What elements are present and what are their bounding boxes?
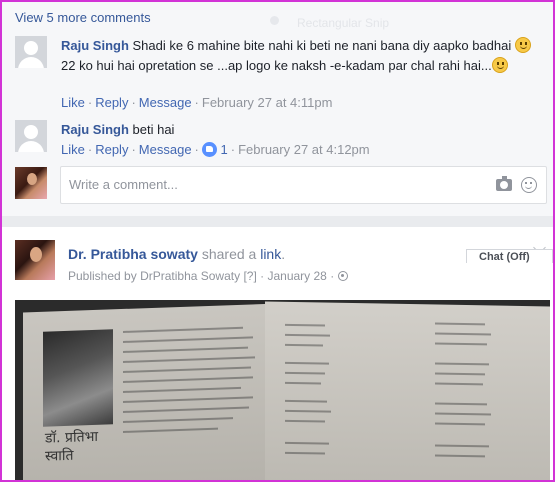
post-header: Dr. Pratibha sowaty shared a link.	[68, 246, 286, 262]
post-date[interactable]: January 28	[267, 269, 326, 283]
comment-actions: Like · Reply · Message · February 27 at 4:11pm	[61, 95, 333, 110]
comments-section: Rectangular Snip View 5 more comments Ra…	[2, 2, 553, 216]
book-portrait-image	[43, 329, 113, 427]
globe-icon[interactable]	[337, 271, 348, 281]
snip-watermark: Rectangular Snip	[297, 16, 390, 30]
user-avatar[interactable]	[15, 120, 47, 152]
publisher-link[interactable]: DrPratibha Sowaty	[140, 269, 240, 283]
smiley-emoji-icon	[491, 57, 508, 73]
info-marker[interactable]: [?]	[243, 269, 256, 283]
book-left-page: डॉ. प्रतिभा स्वाति	[23, 303, 278, 480]
user-avatar[interactable]	[15, 36, 47, 68]
published-prefix: Published by	[68, 269, 137, 283]
comment-author-link[interactable]: Raju Singh	[61, 38, 129, 53]
view-more-comments-link[interactable]: View 5 more comments	[15, 10, 151, 25]
post-meta: Published by DrPratibha Sowaty [?] · Jan…	[68, 269, 348, 283]
snip-watermark-icon	[270, 16, 279, 25]
smiley-emoji-icon	[514, 37, 531, 53]
comment-text: Raju Singh Shadi ke 6 mahine bite nahi k…	[61, 36, 531, 76]
comment-text-part: 22 ko hui hai opretation se ...ap logo k…	[61, 58, 492, 73]
like-reaction-icon[interactable]	[201, 142, 217, 157]
comment-author-link[interactable]: Raju Singh	[61, 122, 129, 137]
comment-text-part: Shadi ke 6 mahine bite nahi ki beti ne n…	[132, 38, 512, 53]
post-image[interactable]: डॉ. प्रतिभा स्वाति	[15, 300, 550, 480]
post-action-text: shared a	[201, 246, 257, 262]
like-link[interactable]: Like	[61, 142, 85, 157]
shared-link[interactable]: link	[260, 246, 281, 262]
camera-icon[interactable]	[496, 176, 512, 191]
comment-text-part: beti hai	[132, 122, 175, 137]
comment-text: Raju Singh beti hai	[61, 120, 531, 140]
comment-timestamp[interactable]: February 27 at 4:12pm	[238, 142, 370, 157]
message-link[interactable]: Message	[139, 95, 192, 110]
feed-post: Dr. Pratibha sowaty shared a link. Publi…	[2, 227, 553, 480]
comment-input[interactable]: Write a comment...	[60, 166, 547, 204]
emoji-icon[interactable]	[521, 177, 537, 193]
reply-link[interactable]: Reply	[95, 142, 128, 157]
book-caption: डॉ. प्रतिभा स्वाति	[45, 428, 99, 465]
comment-timestamp[interactable]: February 27 at 4:11pm	[202, 95, 333, 110]
post-author-link[interactable]: Dr. Pratibha sowaty	[68, 246, 198, 262]
message-link[interactable]: Message	[139, 142, 192, 157]
chat-tab[interactable]: Chat (Off)	[466, 249, 553, 263]
book-right-page	[265, 301, 550, 480]
like-link[interactable]: Like	[61, 95, 85, 110]
feed-divider	[2, 216, 553, 227]
reaction-count[interactable]: 1	[221, 142, 228, 157]
reply-link[interactable]: Reply	[95, 95, 128, 110]
current-user-avatar[interactable]	[15, 167, 47, 199]
comment-actions: Like · Reply · Message · 1 · February 27 at 4:1…	[61, 142, 370, 157]
post-author-avatar[interactable]	[15, 240, 55, 280]
